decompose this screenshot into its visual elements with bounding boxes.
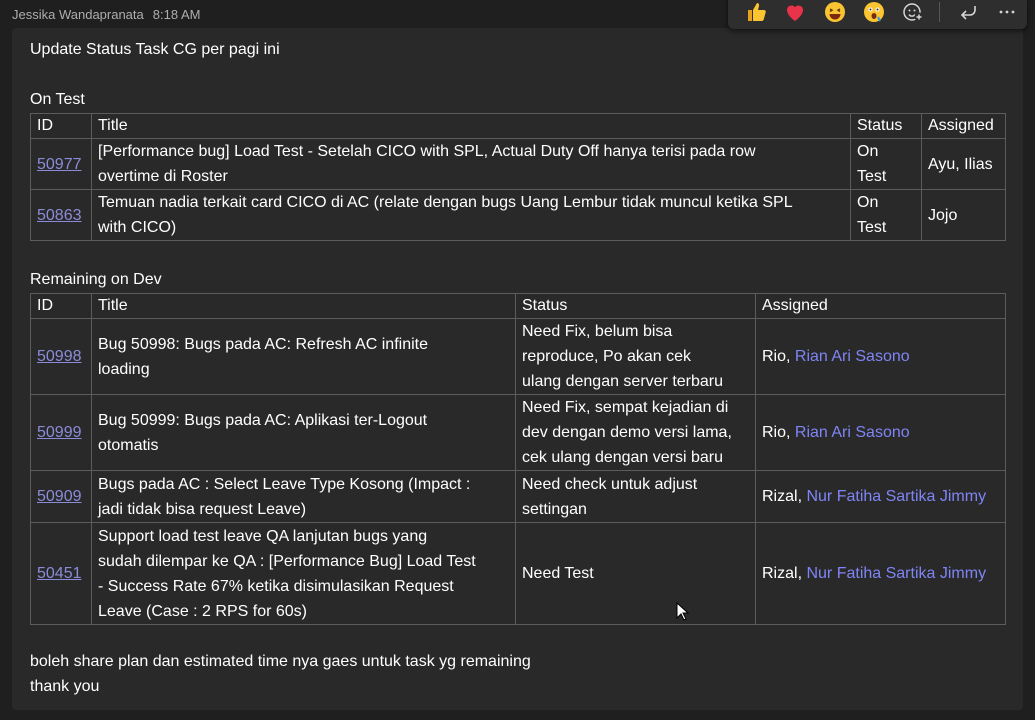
on-test-heading: On Test xyxy=(30,91,85,108)
message-greeting: Update Status Task CG per pagi ini xyxy=(30,41,280,58)
table-row: 50909 Bugs pada AC : Select Leave Type K… xyxy=(30,470,1006,523)
work-item-link[interactable]: 50977 xyxy=(37,156,82,173)
remaining-heading: Remaining on Dev xyxy=(30,271,162,288)
sender-name[interactable]: Jessika Wandapranata xyxy=(12,7,144,22)
work-item-link[interactable]: 50999 xyxy=(37,424,82,441)
column-header: Title xyxy=(91,293,516,319)
column-header: ID xyxy=(30,293,92,319)
message-header: Jessika Wandapranata 8:18 AM xyxy=(12,7,200,22)
reply-icon[interactable] xyxy=(948,0,987,27)
task-assigned: Rizal, Nur Fatiha Sartika Jimmy xyxy=(755,470,1006,523)
column-header: Status xyxy=(515,293,756,319)
table-row: 50998 Bug 50998: Bugs pada AC: Refresh A… xyxy=(30,318,1006,395)
user-mention[interactable]: Nur Fatiha Sartika Jimmy xyxy=(806,565,986,582)
task-title: Temuan nadia terkait card CICO di AC (re… xyxy=(91,189,851,241)
message-time: 8:18 AM xyxy=(152,7,201,22)
task-status: On Test xyxy=(850,189,922,241)
work-item-link[interactable]: 50909 xyxy=(37,488,82,505)
table-row: 50863 Temuan nadia terkait card CICO di … xyxy=(30,189,1006,241)
work-item-link[interactable]: 50998 xyxy=(37,348,82,365)
work-item-link[interactable]: 50451 xyxy=(37,565,82,582)
closing-line: boleh share plan dan estimated time nya … xyxy=(30,653,531,670)
task-status: Need Test xyxy=(515,522,756,625)
work-item-link[interactable]: 50863 xyxy=(37,207,82,224)
surprised-icon[interactable] xyxy=(854,0,893,27)
table-row: 50999 Bug 50999: Bugs pada AC: Aplikasi … xyxy=(30,394,1006,471)
remaining-table: ID Title Status Assigned 50998 Bug 50998… xyxy=(30,293,1006,625)
mouse-pointer-icon xyxy=(676,602,690,621)
task-status: Need check untuk adjust settingan xyxy=(515,470,756,523)
column-header: Status xyxy=(850,113,922,139)
user-mention[interactable]: Nur Fatiha Sartika Jimmy xyxy=(806,488,986,505)
task-title: Support load test leave QA lanjutan bugs… xyxy=(91,522,516,625)
column-header: ID xyxy=(30,113,92,139)
task-title: [Performance bug] Load Test - Setelah CI… xyxy=(91,138,851,190)
reaction-bar xyxy=(728,0,1027,29)
task-status: On Test xyxy=(850,138,922,190)
column-header: Assigned xyxy=(921,113,1006,139)
add-reaction-icon[interactable] xyxy=(894,0,933,27)
table-header-row: ID Title Status Assigned xyxy=(30,113,1006,139)
heart-icon[interactable] xyxy=(775,0,814,27)
laugh-icon[interactable] xyxy=(815,0,854,27)
table-row: 50977 [Performance bug] Load Test - Sete… xyxy=(30,138,1006,190)
user-mention[interactable]: Rian Ari Sasono xyxy=(795,424,910,441)
task-title: Bug 50999: Bugs pada AC: Aplikasi ter-Lo… xyxy=(91,394,516,471)
like-icon[interactable] xyxy=(736,0,775,27)
more-options-icon[interactable] xyxy=(988,0,1027,27)
reaction-divider xyxy=(939,1,941,22)
task-assigned: Rizal, Nur Fatiha Sartika Jimmy xyxy=(755,522,1006,625)
table-row: 50451 Support load test leave QA lanjuta… xyxy=(30,522,1006,625)
on-test-table: ID Title Status Assigned 50977 [Performa… xyxy=(30,113,1006,241)
user-mention[interactable]: Rian Ari Sasono xyxy=(795,348,910,365)
task-status: Need Fix, belum bisa reproduce, Po akan c… xyxy=(515,318,756,395)
task-status: Need Fix, sempat kejadian di dev dengan d… xyxy=(515,394,756,471)
task-assigned: Jojo xyxy=(921,189,1006,241)
task-assigned: Rio, Rian Ari Sasono xyxy=(755,318,1006,395)
closing-line: thank you xyxy=(30,678,100,695)
task-assigned: Rio, Rian Ari Sasono xyxy=(755,394,1006,471)
table-header-row: ID Title Status Assigned xyxy=(30,293,1006,319)
column-header: Title xyxy=(91,113,851,139)
column-header: Assigned xyxy=(755,293,1006,319)
task-title: Bug 50998: Bugs pada AC: Refresh AC infi… xyxy=(91,318,516,395)
task-title: Bugs pada AC : Select Leave Type Kosong … xyxy=(91,470,516,523)
task-assigned: Ayu, Ilias xyxy=(921,138,1006,190)
